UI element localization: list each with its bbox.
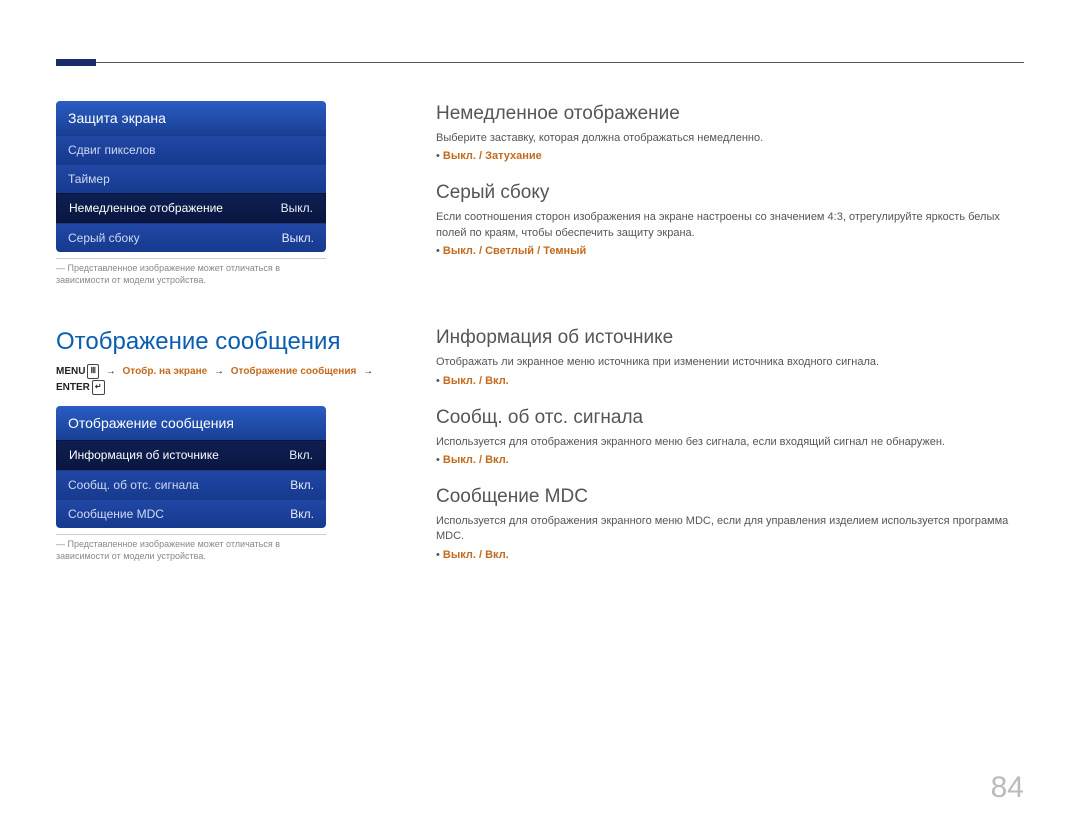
section-desc: Используется для отображения экранного м… [436, 514, 1024, 545]
osd-row-label: Сообщ. об отс. сигнала [68, 478, 199, 492]
left-section-title: Отображение сообщения [56, 328, 396, 356]
section-heading: Информация об источнике [436, 327, 1024, 349]
osd-row-label: Серый сбоку [68, 231, 140, 245]
osd-title: Защита экрана [56, 101, 326, 135]
osd-row-value: Вкл. [290, 478, 314, 492]
osd-row-value: Вкл. [289, 448, 313, 462]
footnote: Представленное изображение может отличат… [56, 534, 326, 562]
osd-row-label: Немедленное отображение [69, 201, 223, 215]
osd-row-label: Сообщение MDC [68, 507, 164, 521]
osd-title: Отображение сообщения [56, 406, 326, 440]
osd-row-value: Вкл. [290, 507, 314, 521]
breadcrumb-menu: MENU [56, 366, 85, 377]
osd-row-value: Выкл. [281, 201, 313, 215]
osd-panel-screen-protection: Защита экрана Сдвиг пикселов Таймер Неме… [56, 101, 326, 252]
section-options: Выкл. / Вкл. [436, 549, 1024, 561]
osd-row-pixel-shift[interactable]: Сдвиг пикселов [56, 135, 326, 164]
section-options: Выкл. / Вкл. [436, 375, 1024, 387]
osd-row-label: Таймер [68, 172, 110, 186]
section-desc: Отображать ли экранное меню источника пр… [436, 355, 1024, 370]
footnote: Представленное изображение может отличат… [56, 258, 326, 286]
osd-row-immediate-display[interactable]: Немедленное отображение Выкл. [56, 193, 326, 223]
breadcrumb-part: Отображение сообщения [231, 366, 357, 377]
enter-icon: ↵ [92, 380, 105, 395]
arrow-icon: → [359, 366, 377, 377]
section-desc: Используется для отображения экранного м… [436, 435, 1024, 450]
osd-row-label: Информация об источнике [69, 448, 219, 462]
section-options: Выкл. / Затухание [436, 150, 1024, 162]
menu-icon: Ⅲ [87, 364, 99, 379]
page-number: 84 [991, 771, 1024, 805]
section-heading: Серый сбоку [436, 182, 1024, 204]
section-heading: Сообщ. об отс. сигнала [436, 407, 1024, 429]
section-options: Выкл. / Светлый / Темный [436, 245, 1024, 257]
breadcrumb-part: Отобр. на экране [123, 366, 208, 377]
section-heading: Немедленное отображение [436, 103, 1024, 125]
osd-row-source-info[interactable]: Информация об источнике Вкл. [56, 440, 326, 470]
section-desc: Если соотношения сторон изображения на э… [436, 210, 1024, 241]
arrow-icon: → [102, 366, 120, 377]
osd-row-side-gray[interactable]: Серый сбоку Выкл. [56, 223, 326, 252]
osd-row-label: Сдвиг пикселов [68, 143, 156, 157]
section-heading: Сообщение MDC [436, 486, 1024, 508]
osd-row-timer[interactable]: Таймер [56, 164, 326, 193]
osd-row-no-signal-msg[interactable]: Сообщ. об отс. сигнала Вкл. [56, 470, 326, 499]
arrow-icon: → [210, 366, 228, 377]
section-desc: Выберите заставку, которая должна отобра… [436, 131, 1024, 146]
osd-row-value: Выкл. [282, 231, 314, 245]
breadcrumb-enter: ENTER [56, 382, 90, 393]
osd-row-mdc-msg[interactable]: Сообщение MDC Вкл. [56, 499, 326, 528]
osd-panel-message-display: Отображение сообщения Информация об исто… [56, 406, 326, 528]
section-options: Выкл. / Вкл. [436, 454, 1024, 466]
breadcrumb: MENUⅢ → Отобр. на экране → Отображение с… [56, 364, 396, 396]
